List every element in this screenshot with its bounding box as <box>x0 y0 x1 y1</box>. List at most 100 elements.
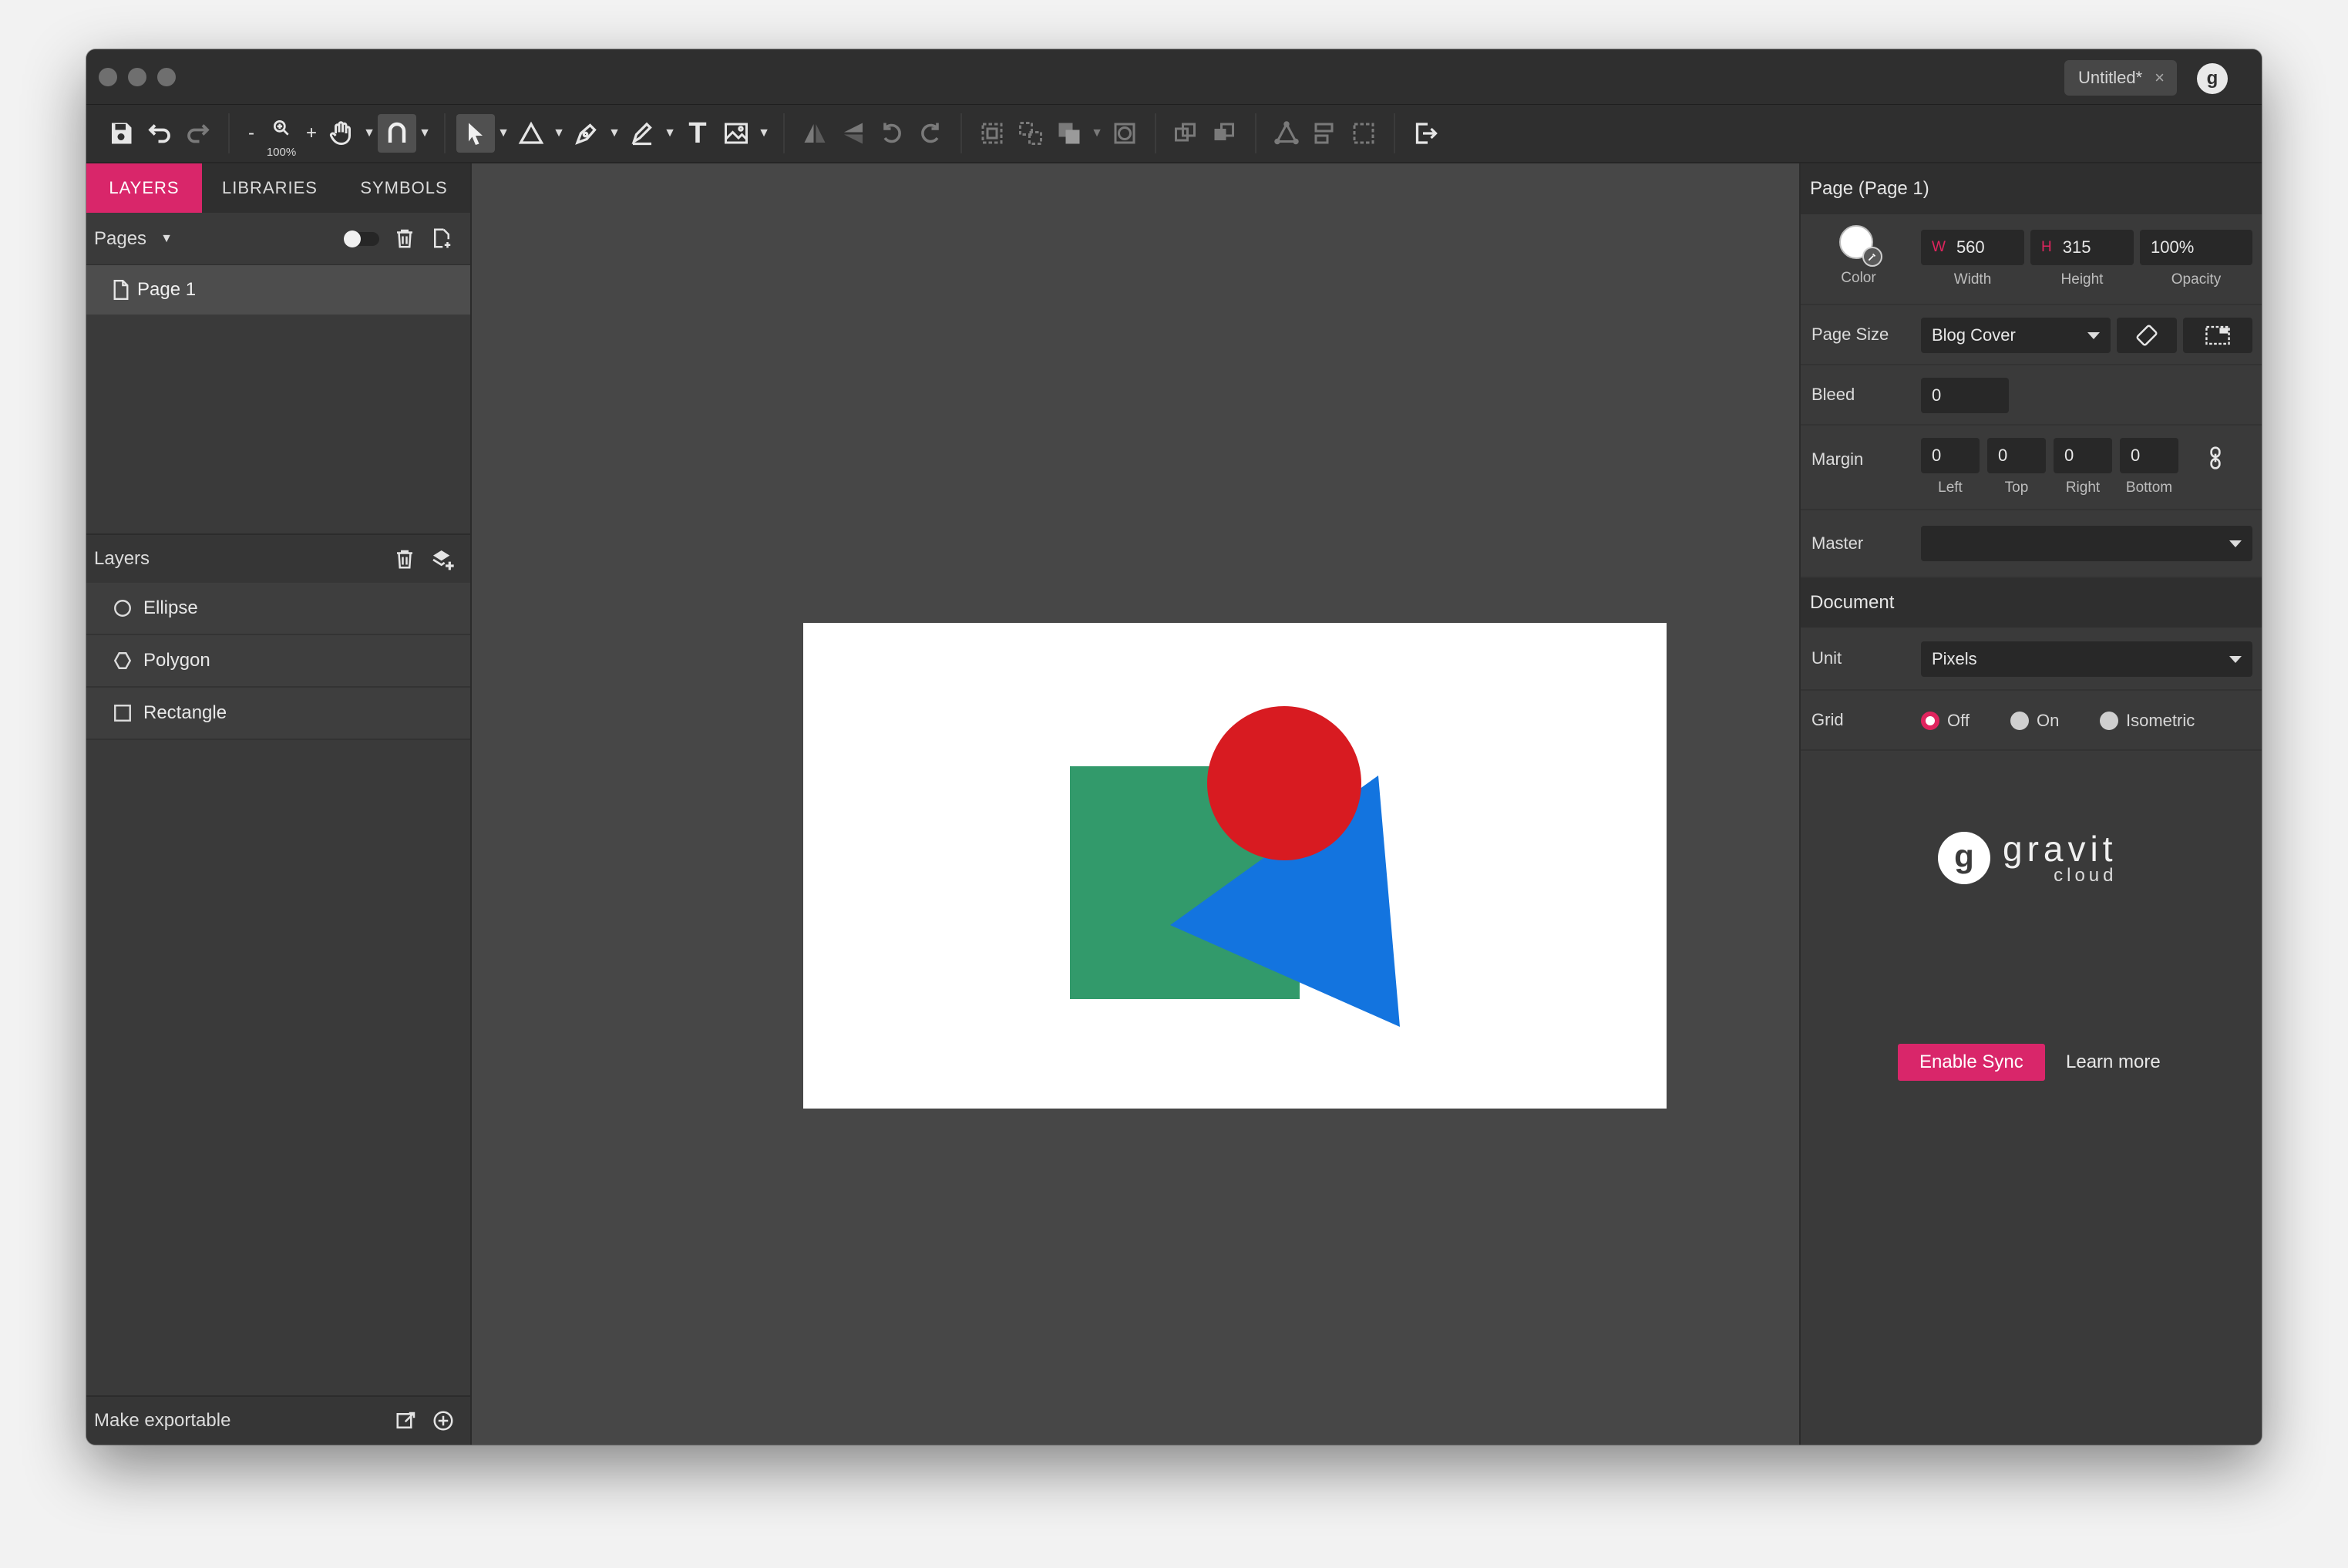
opacity-control: 100% Opacity <box>2140 230 2252 288</box>
grid-option-label: Off <box>1947 711 1970 730</box>
save-icon[interactable] <box>102 114 140 153</box>
grid-option-isometric[interactable]: Isometric <box>2100 711 2195 731</box>
pages-dropdown-caret[interactable]: ▼ <box>160 232 173 246</box>
ellipse-shape[interactable] <box>1207 706 1361 860</box>
flip-vertical-icon[interactable] <box>834 114 873 153</box>
delete-layer-icon[interactable] <box>393 547 416 570</box>
margin-right-input[interactable]: 0 <box>2054 438 2112 473</box>
bleed-input[interactable]: 0 <box>1921 378 2009 413</box>
ungroup-icon[interactable] <box>1011 114 1050 153</box>
color-control[interactable]: Color <box>1832 225 1885 287</box>
link-margins-icon[interactable] <box>2206 446 2225 470</box>
rotate-right-icon[interactable] <box>911 114 950 153</box>
add-layer-icon[interactable] <box>430 547 455 572</box>
gravit-account-icon[interactable]: g <box>2197 63 2228 94</box>
master-label: Master <box>1811 533 1864 553</box>
grid-option-off[interactable]: Off <box>1921 711 1970 731</box>
learn-more-link[interactable]: Learn more <box>2066 1044 2161 1081</box>
add-export-icon[interactable] <box>432 1409 455 1432</box>
image-caret[interactable]: ▼ <box>755 126 772 140</box>
document-tab[interactable]: Untitled* × <box>2064 60 2178 96</box>
export-icon[interactable] <box>1406 114 1445 153</box>
margin-row: Margin 0 Left 0 Top 0 Right 0 Bottom <box>1801 426 2262 510</box>
tab-symbols[interactable]: SYMBOLS <box>338 163 470 213</box>
pen-caret[interactable]: ▼ <box>606 126 623 140</box>
pen-tool-icon[interactable] <box>567 114 606 153</box>
minimize-window-button[interactable] <box>128 68 146 86</box>
margin-right-label: Right <box>2065 479 2101 496</box>
hand-tool-caret[interactable]: ▼ <box>361 126 378 140</box>
snap-magnet-icon[interactable] <box>378 114 416 153</box>
boolean-union-icon[interactable] <box>1167 114 1206 153</box>
align-icon[interactable] <box>1306 114 1344 153</box>
undo-icon[interactable] <box>140 114 179 153</box>
artboard-page-1[interactable] <box>803 623 1667 1109</box>
zoom-out-button[interactable]: - <box>241 114 262 153</box>
mask-icon[interactable] <box>1105 114 1144 153</box>
enable-sync-button[interactable]: Enable Sync <box>1898 1044 2045 1081</box>
pointer-tool-icon[interactable] <box>456 114 495 153</box>
boolean-subtract-icon[interactable] <box>1206 114 1244 153</box>
hand-tool-icon[interactable] <box>322 114 361 153</box>
maximize-window-button[interactable] <box>157 68 176 86</box>
margin-top-control: 0 Top <box>1987 438 2046 496</box>
layers-header: Layers <box>86 533 470 583</box>
pages-toggle[interactable] <box>344 230 379 247</box>
export-settings-icon[interactable] <box>395 1409 418 1432</box>
tab-libraries[interactable]: LIBRARIES <box>202 163 338 213</box>
margin-left-input[interactable]: 0 <box>1921 438 1980 473</box>
image-tool-icon[interactable] <box>717 114 755 153</box>
master-row: Master <box>1801 510 2262 578</box>
close-window-button[interactable] <box>99 68 117 86</box>
height-value: 315 <box>2062 237 2091 257</box>
snap-caret[interactable]: ▼ <box>416 126 433 140</box>
tab-layers[interactable]: LAYERS <box>86 163 202 213</box>
arrange-caret[interactable]: ▼ <box>1088 126 1105 140</box>
shape-tool-icon[interactable] <box>512 114 550 153</box>
export-footer: Make exportable <box>86 1395 470 1445</box>
pointer-caret[interactable]: ▼ <box>495 126 512 140</box>
width-input[interactable]: W 560 <box>1921 230 2024 265</box>
layer-item-polygon[interactable]: Polygon <box>86 635 470 688</box>
redo-icon[interactable] <box>179 114 217 153</box>
group-icon[interactable] <box>973 114 1011 153</box>
margin-top-input[interactable]: 0 <box>1987 438 2046 473</box>
slice-icon[interactable] <box>1344 114 1383 153</box>
shape-caret[interactable]: ▼ <box>550 126 567 140</box>
main-toolbar: - 100% + ▼ ▼ ▼ ▼ ▼ ▼ T ▼ ▼ <box>86 105 2262 163</box>
rotate-left-icon[interactable] <box>873 114 911 153</box>
eyedropper-icon[interactable] <box>1862 247 1882 267</box>
layer-item-ellipse[interactable]: Ellipse <box>86 583 470 635</box>
toolbar-divider <box>960 113 962 153</box>
delete-page-icon[interactable] <box>393 227 416 250</box>
canvas-area[interactable] <box>472 163 1808 1445</box>
add-page-icon[interactable] <box>430 227 453 250</box>
opacity-label: Opacity <box>2171 271 2222 288</box>
grid-option-on[interactable]: On <box>2010 711 2059 731</box>
path-operations-icon[interactable] <box>1267 114 1306 153</box>
orientation-icon[interactable] <box>2117 318 2177 353</box>
page-list-item[interactable]: Page 1 <box>86 265 470 315</box>
master-select[interactable] <box>1921 526 2252 561</box>
page-size-select[interactable]: Blog Cover <box>1921 318 2111 353</box>
layer-item-rectangle[interactable]: Rectangle <box>86 688 470 740</box>
color-swatch-icon[interactable] <box>1839 225 1882 267</box>
app-window: Untitled* × g - 100% + ▼ ▼ ▼ ▼ ▼ ▼ T ▼ ▼… <box>86 49 2262 1445</box>
pencil-caret[interactable]: ▼ <box>661 126 678 140</box>
arrange-icon[interactable] <box>1050 114 1088 153</box>
pencil-tool-icon[interactable] <box>623 114 661 153</box>
unit-row: Unit Pixels <box>1801 628 2262 691</box>
unit-select[interactable]: Pixels <box>1921 641 2252 677</box>
margin-top-label: Top <box>2004 479 2029 496</box>
clip-content-icon[interactable] <box>2183 318 2252 353</box>
margin-bottom-input[interactable]: 0 <box>2120 438 2178 473</box>
height-input[interactable]: H 315 <box>2030 230 2134 265</box>
flip-horizontal-icon[interactable] <box>796 114 834 153</box>
zoom-icon[interactable]: 100% <box>262 114 301 159</box>
close-tab-icon[interactable]: × <box>2155 68 2165 88</box>
page-dimensions-row: Color W 560 Width H 315 Height 100% Opac… <box>1801 214 2262 305</box>
text-tool-icon[interactable]: T <box>678 114 717 153</box>
height-control: H 315 Height <box>2030 230 2134 288</box>
opacity-input[interactable]: 100% <box>2140 230 2252 265</box>
zoom-in-button[interactable]: + <box>301 114 322 153</box>
